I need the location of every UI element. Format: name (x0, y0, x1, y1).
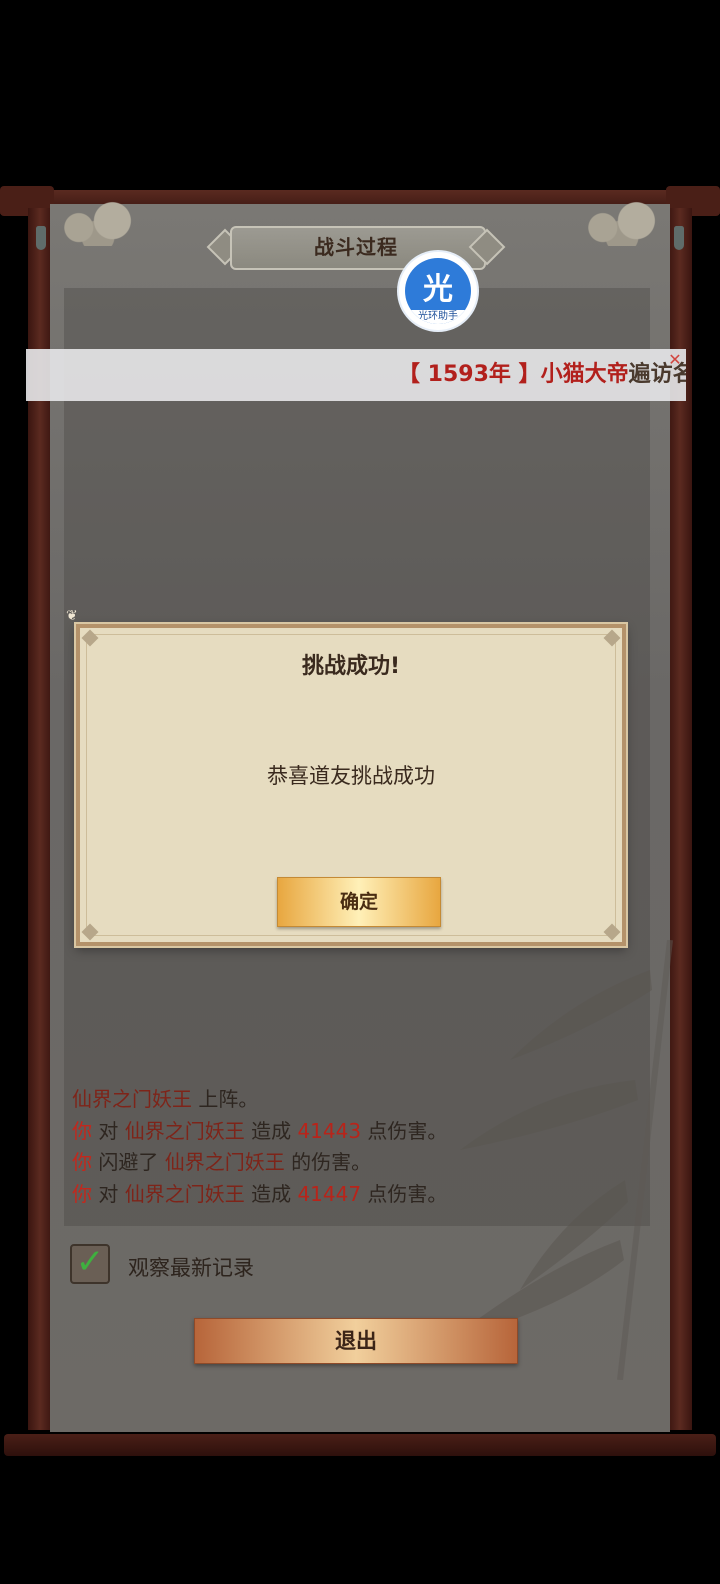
dialog-title: 挑战成功! (301, 654, 401, 679)
bell-icon (36, 226, 46, 250)
halo-assistant-badge[interactable]: 光 光环助手 (399, 252, 477, 330)
cloud-ornament-icon (50, 200, 146, 246)
announcement-ticker: 【 1593年 】小猫大帝遍访名 ✕ (26, 349, 686, 401)
confirm-button[interactable]: 确定 (277, 877, 441, 927)
close-icon[interactable]: ✕ (666, 351, 684, 369)
log-line: 你 闪避了 仙界之门妖王 的伤害。 (72, 1150, 372, 1174)
bell-icon (674, 226, 684, 250)
log-line: 你 对 仙界之门妖王 造成 41447 点伤害。 (72, 1181, 448, 1206)
log-line: 仙界之门妖王 上阵。 (72, 1087, 259, 1111)
checkmark-icon: ✓ (75, 1242, 105, 1282)
bottom-rod (4, 1434, 716, 1456)
butterfly-icon: ❦ (66, 608, 78, 624)
halo-label: 光环助手 (405, 310, 471, 324)
ticker-player-name: 小猫大帝 (540, 362, 629, 387)
exit-button[interactable]: 退出 (194, 1318, 518, 1364)
challenge-result-dialog: 挑战成功! 恭喜道友挑战成功 确定 (76, 624, 626, 946)
ticker-year: 【 1593年 】 (398, 362, 541, 387)
battle-log: 仙界之门妖王 上阵。 你 对 仙界之门妖王 造成 41443 点伤害。 你 闪避… (72, 1084, 652, 1210)
cloud-ornament-icon (574, 200, 670, 246)
log-line: 你 对 仙界之门妖王 造成 41443 点伤害。 (72, 1118, 448, 1143)
halo-logo-icon: 光 (423, 272, 453, 307)
dialog-message: 恭喜道友挑战成功 (267, 764, 435, 788)
watch-latest-checkbox[interactable]: ✓ (70, 1242, 110, 1284)
watch-latest-label[interactable]: 观察最新记录 (128, 1252, 254, 1282)
